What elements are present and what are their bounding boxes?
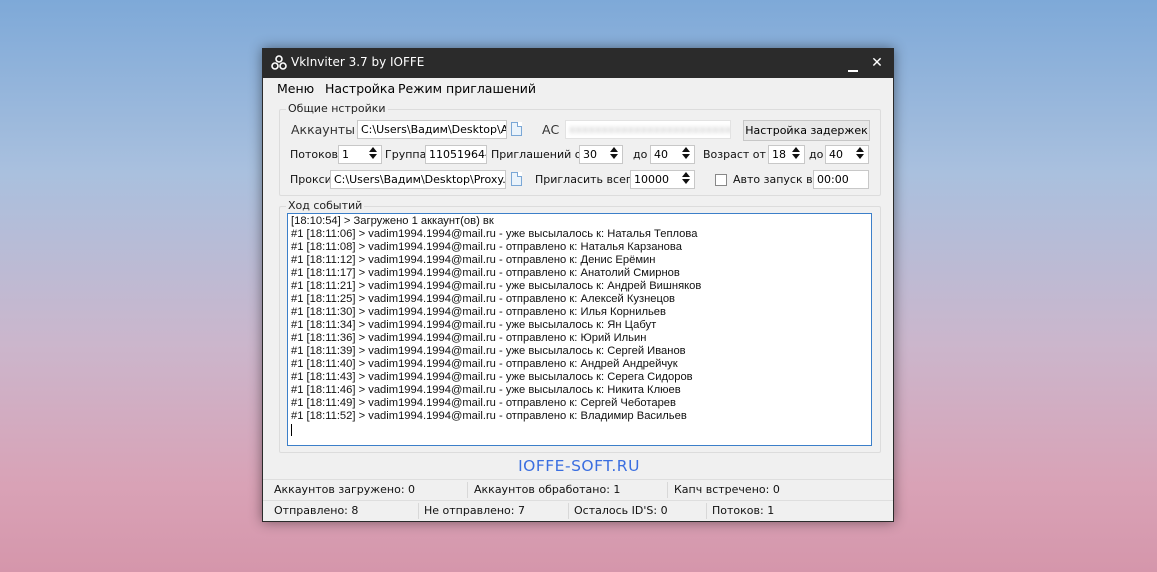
log-line: #1 [18:11:12] > vadim1994.1994@mail.ru -… <box>291 254 656 266</box>
proxy-path-field[interactable]: C:\Users\Вадим\Desktop\Proxy.txt <box>330 170 506 189</box>
delay-settings-button[interactable]: Настройка задержек <box>743 120 870 141</box>
invites-to-value: 40 <box>654 148 668 161</box>
ac-key-value: xxxxxxxxxxxxxxxxxxxxxxxxxxxxxx <box>569 123 730 136</box>
log-line: #1 [18:11:25] > vadim1994.1994@mail.ru -… <box>291 293 675 305</box>
event-log-title: Ход событий <box>286 199 365 213</box>
invite-total-value: 10000 <box>634 173 669 186</box>
close-button[interactable]: ✕ <box>865 52 889 74</box>
log-line: #1 [18:11:21] > vadim1994.1994@mail.ru -… <box>291 280 702 292</box>
status-captchas: Капч встречено: 0 <box>674 483 780 496</box>
accounts-path-field[interactable]: C:\Users\Вадим\Desktop\Acc <box>357 120 507 139</box>
status-threads: Потоков: 1 <box>712 504 775 517</box>
log-line: #1 [18:11:49] > vadim1994.1994@mail.ru -… <box>291 397 676 409</box>
app-logo-icon <box>271 55 287 70</box>
log-line: #1 [18:11:06] > vadim1994.1994@mail.ru -… <box>291 228 698 240</box>
log-line: [18:10:54] > Загружено 1 аккаунт(ов) вк <box>291 215 494 227</box>
menu-item-menu[interactable]: Меню <box>277 81 314 96</box>
status-sent: Отправлено: 8 <box>274 504 359 517</box>
threads-spin-arrows-icon[interactable] <box>367 146 379 162</box>
age-to-spin-arrows-icon[interactable] <box>854 146 866 162</box>
log-line: #1 [18:11:17] > vadim1994.1994@mail.ru -… <box>291 267 680 279</box>
autostart-time-field[interactable]: 00:00 <box>813 170 869 189</box>
log-line: #1 [18:11:30] > vadim1994.1994@mail.ru -… <box>291 306 666 318</box>
status-separator <box>467 482 468 498</box>
menu-item-invite-mode[interactable]: Режим приглашений <box>398 81 536 96</box>
log-line: #1 [18:11:46] > vadim1994.1994@mail.ru -… <box>291 384 681 396</box>
log-line: #1 [18:11:52] > vadim1994.1994@mail.ru -… <box>291 410 687 422</box>
age-to-label: до <box>809 148 824 161</box>
invites-from-label: Приглашений от <box>491 148 588 161</box>
accounts-label: Аккаунты <box>291 122 356 137</box>
window-title: VkInviter 3.7 by IOFFE <box>291 55 425 69</box>
invites-from-spin-arrows-icon[interactable] <box>608 146 620 162</box>
brand-link[interactable]: IOFFE-SOFT.RU <box>263 457 895 475</box>
autostart-label: Авто запуск в <box>733 173 813 186</box>
log-line: #1 [18:11:08] > vadim1994.1994@mail.ru -… <box>291 241 682 253</box>
proxy-file-icon[interactable] <box>511 172 522 186</box>
autostart-checkbox[interactable] <box>715 174 727 186</box>
status-ids-left: Осталось ID'S: 0 <box>574 504 668 517</box>
status-accounts-loaded: Аккаунтов загружено: 0 <box>274 483 416 496</box>
minimize-button[interactable] <box>841 52 865 74</box>
age-from-label: Возраст от <box>703 148 766 161</box>
threads-label: Потоков <box>290 148 338 161</box>
status-separator <box>667 482 668 498</box>
invites-to-spin-arrows-icon[interactable] <box>680 146 692 162</box>
status-bar-top: Аккаунтов загружено: 0 Аккаунтов обработ… <box>263 479 893 500</box>
group-label: Группа <box>385 148 427 161</box>
age-from-spin-arrows-icon[interactable] <box>790 146 802 162</box>
event-log-lines: [18:10:54] > Загружено 1 аккаунт(ов) вк #… <box>291 215 871 423</box>
status-separator <box>706 503 707 519</box>
status-separator <box>568 503 569 519</box>
status-accounts-processed: Аккаунтов обработано: 1 <box>474 483 621 496</box>
general-settings-title: Общие нстройки <box>286 102 388 116</box>
invite-total-label: Пригласить всего <box>535 173 639 186</box>
status-separator <box>418 503 419 519</box>
log-line: #1 [18:11:34] > vadim1994.1994@mail.ru -… <box>291 319 657 331</box>
age-to-value: 40 <box>829 148 843 161</box>
log-line: #1 [18:11:36] > vadim1994.1994@mail.ru -… <box>291 332 647 344</box>
invites-from-value: 30 <box>583 148 597 161</box>
app-window: VkInviter 3.7 by IOFFE ✕ Меню Настройка … <box>262 48 894 522</box>
text-caret <box>291 424 292 436</box>
threads-value: 1 <box>342 148 349 161</box>
title-bar[interactable]: VkInviter 3.7 by IOFFE ✕ <box>263 49 893 78</box>
ac-label: АС <box>542 122 560 137</box>
proxy-label: Прокси <box>290 173 332 186</box>
event-log-textarea[interactable]: [18:10:54] > Загружено 1 аккаунт(ов) вк #… <box>287 213 872 446</box>
invite-total-spin-arrows-icon[interactable] <box>680 171 692 187</box>
menu-item-settings[interactable]: Настройка <box>325 81 395 96</box>
ac-key-field[interactable]: xxxxxxxxxxxxxxxxxxxxxxxxxxxxxx <box>565 120 731 139</box>
age-from-value: 18 <box>772 148 786 161</box>
log-line: #1 [18:11:39] > vadim1994.1994@mail.ru -… <box>291 345 686 357</box>
group-id-field[interactable]: 110519644 <box>425 145 487 164</box>
status-not-sent: Не отправлено: 7 <box>424 504 525 517</box>
minimize-icon <box>848 70 858 72</box>
log-line: #1 [18:11:43] > vadim1994.1994@mail.ru -… <box>291 371 693 383</box>
status-bar-bottom: Отправлено: 8 Не отправлено: 7 Осталось … <box>263 500 893 521</box>
accounts-file-icon[interactable] <box>511 122 522 136</box>
close-icon: ✕ <box>871 55 883 71</box>
log-line: #1 [18:11:40] > vadim1994.1994@mail.ru -… <box>291 358 678 370</box>
invites-to-label: до <box>633 148 648 161</box>
menu-bar: Меню Настройка Режим приглашений <box>263 79 893 99</box>
